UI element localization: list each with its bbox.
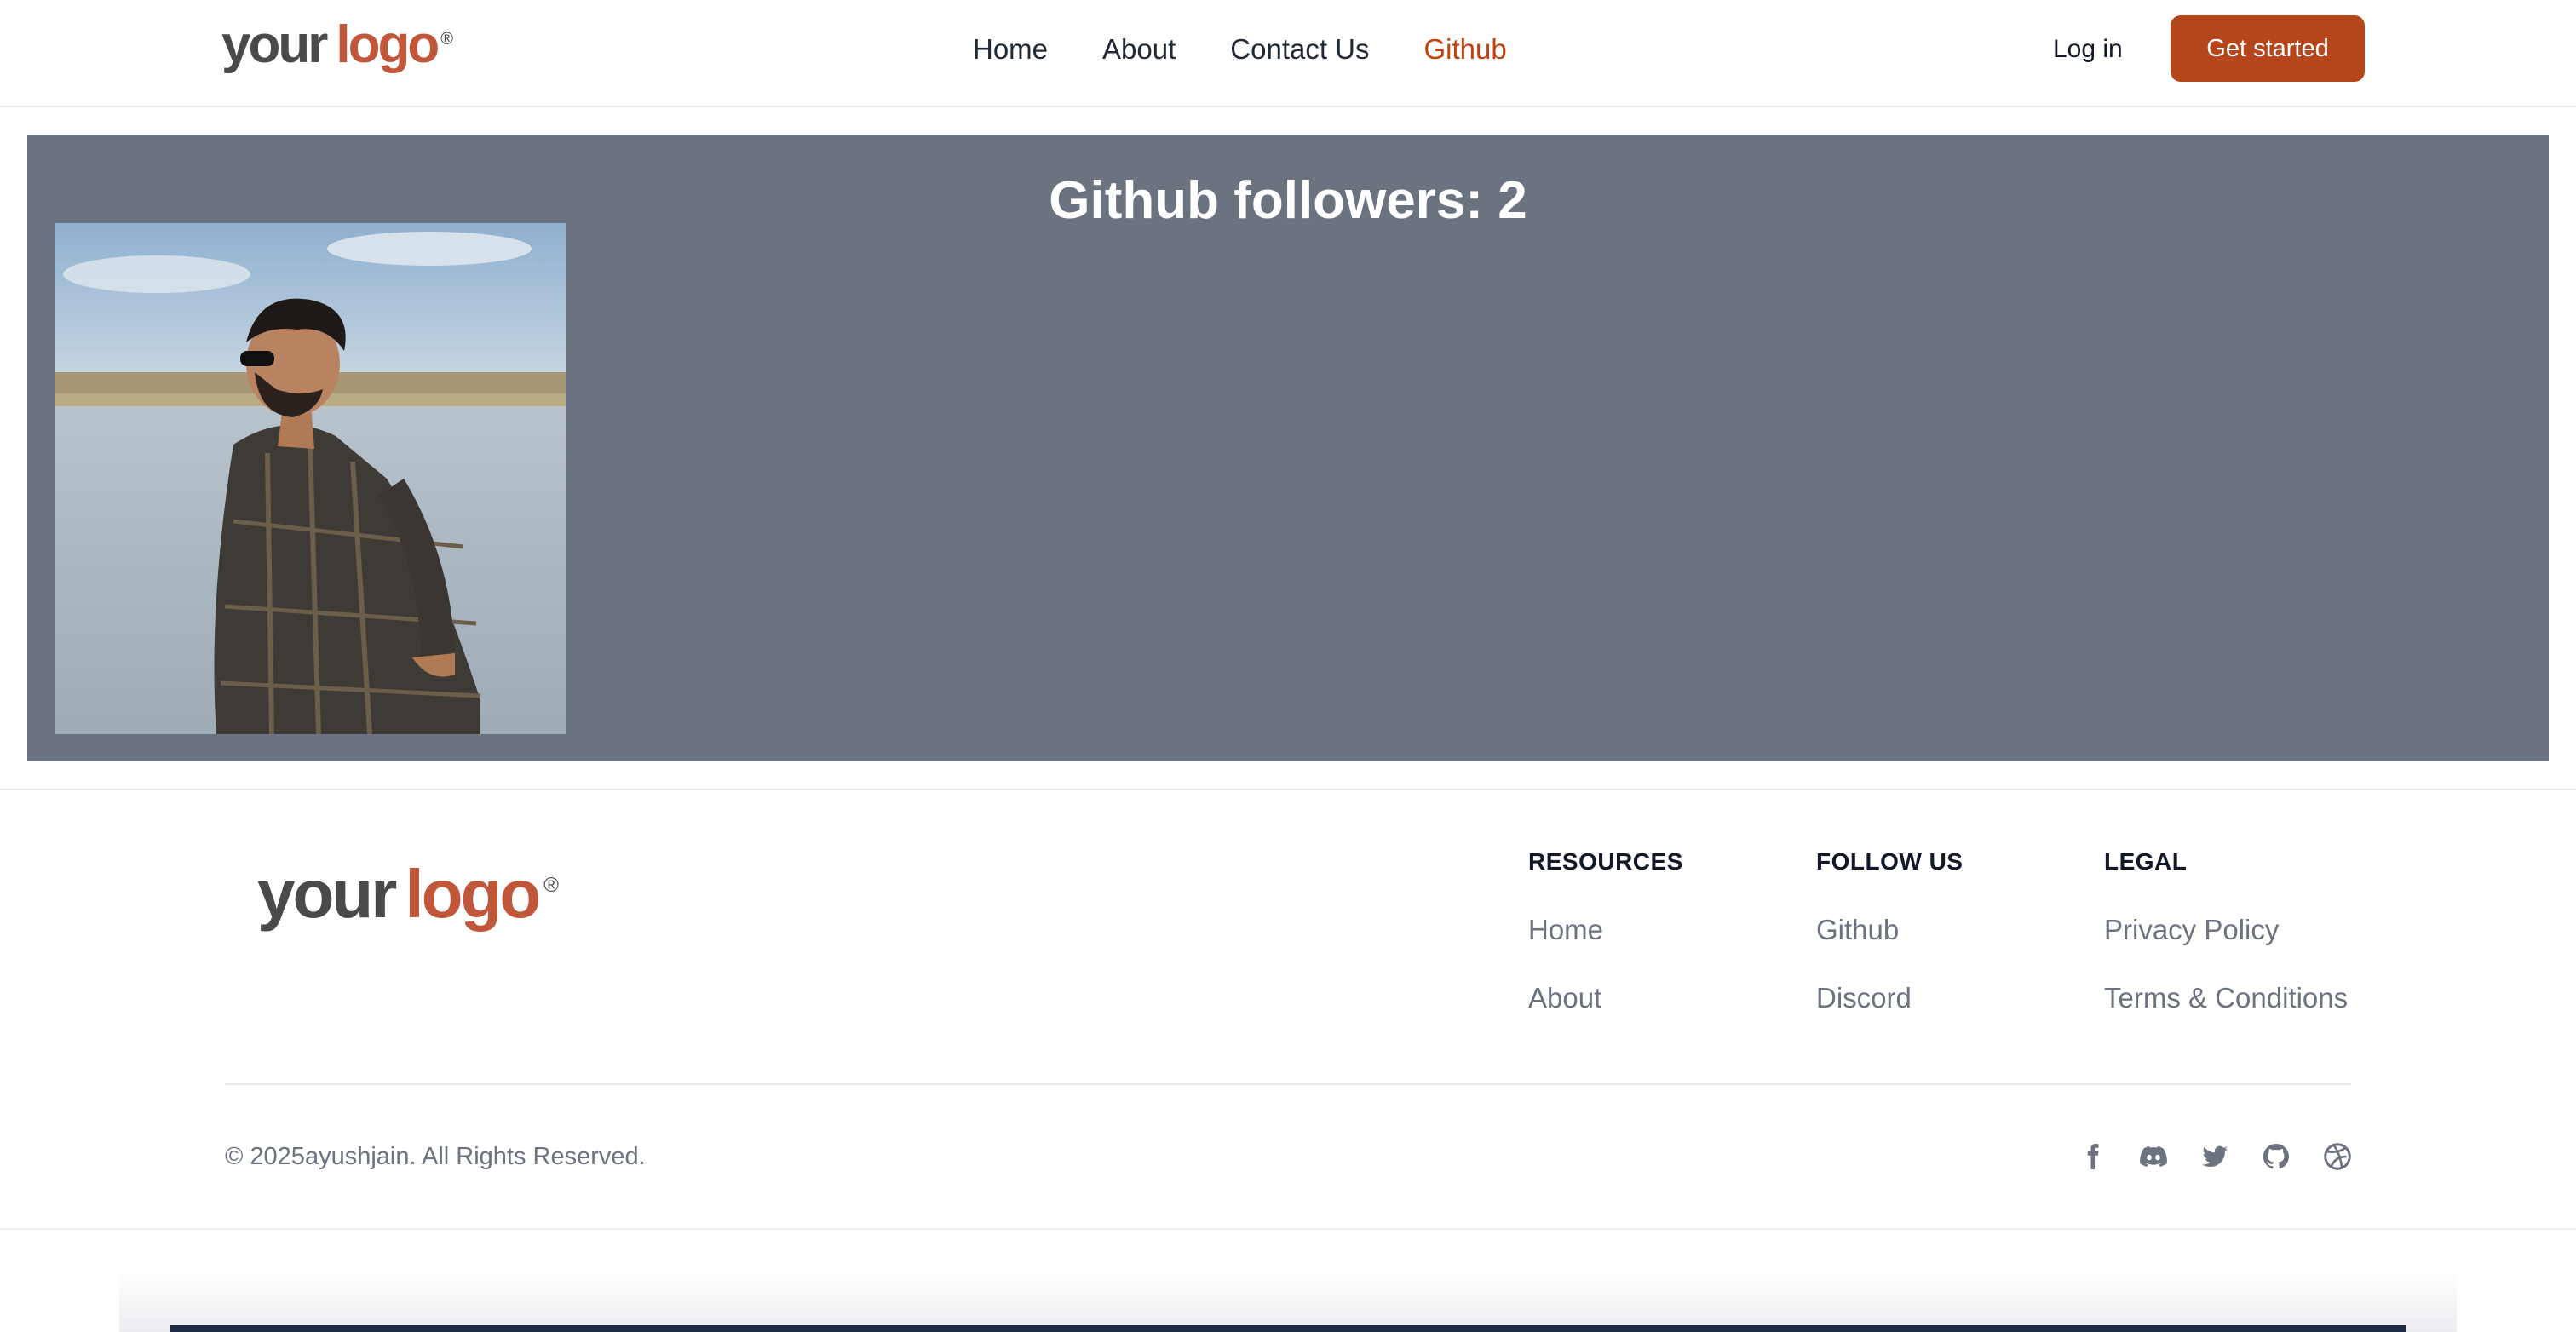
copyright-text: © 2025ayushjain. All Rights Reserved. xyxy=(225,1143,646,1170)
follower-avatar[interactable] xyxy=(55,223,566,734)
login-link[interactable]: Log in xyxy=(2053,32,2123,66)
discord-icon[interactable] xyxy=(2136,1140,2171,1174)
footer-column-follow-us: FOLLOW US Github Discord xyxy=(1816,848,1963,1049)
logo-word-logo: logo xyxy=(405,856,541,932)
footer-link-discord[interactable]: Discord xyxy=(1816,981,1963,1015)
site-header: your logo ® Home About Contact Us Github… xyxy=(0,0,2576,107)
footer-link-home[interactable]: Home xyxy=(1528,913,1683,947)
github-followers-card: Github followers: 2 xyxy=(27,135,2549,761)
footer-column-resources: RESOURCES Home About xyxy=(1528,848,1683,1049)
footer-link-privacy-policy[interactable]: Privacy Policy xyxy=(2104,913,2348,947)
facebook-icon[interactable] xyxy=(2075,1140,2109,1174)
social-links xyxy=(2075,1140,2355,1174)
nav-about[interactable]: About xyxy=(1102,31,1176,68)
dribbble-icon[interactable] xyxy=(2320,1140,2355,1174)
get-started-button[interactable]: Get started xyxy=(2171,15,2365,82)
footer-heading-resources: RESOURCES xyxy=(1528,848,1683,875)
page-bottom-edge xyxy=(170,1325,2406,1332)
footer-link-github[interactable]: Github xyxy=(1816,913,1963,947)
logo-word-your: your xyxy=(257,856,397,932)
profile-photo xyxy=(55,223,566,734)
header-logo[interactable]: your logo ® xyxy=(221,19,453,72)
footer-link-about[interactable]: About xyxy=(1528,981,1683,1015)
registered-mark: ® xyxy=(543,874,559,897)
logo-word-your: your xyxy=(221,15,328,74)
footer-heading-follow-us: FOLLOW US xyxy=(1816,848,1964,875)
logo-word-logo: logo xyxy=(336,15,440,74)
github-icon[interactable] xyxy=(2259,1140,2293,1174)
main-nav: Home About Contact Us Github xyxy=(973,31,1561,68)
nav-home[interactable]: Home xyxy=(973,31,1048,68)
nav-contact-us[interactable]: Contact Us xyxy=(1230,31,1369,68)
footer-link-terms-conditions[interactable]: Terms & Conditions xyxy=(2104,981,2348,1015)
footer-logo[interactable]: your logo ® xyxy=(257,860,559,928)
footer-heading-legal: LEGAL xyxy=(2104,848,2188,875)
footer-top-divider xyxy=(0,789,2576,790)
page-bottom-divider xyxy=(0,1228,2576,1230)
footer-divider xyxy=(225,1083,2351,1085)
page-bottom-shadow xyxy=(119,1269,2457,1332)
nav-github[interactable]: Github xyxy=(1424,31,1507,68)
footer-column-legal: LEGAL Privacy Policy Terms & Conditions xyxy=(2104,848,2348,1049)
registered-mark: ® xyxy=(440,30,453,49)
twitter-icon[interactable] xyxy=(2198,1140,2232,1174)
